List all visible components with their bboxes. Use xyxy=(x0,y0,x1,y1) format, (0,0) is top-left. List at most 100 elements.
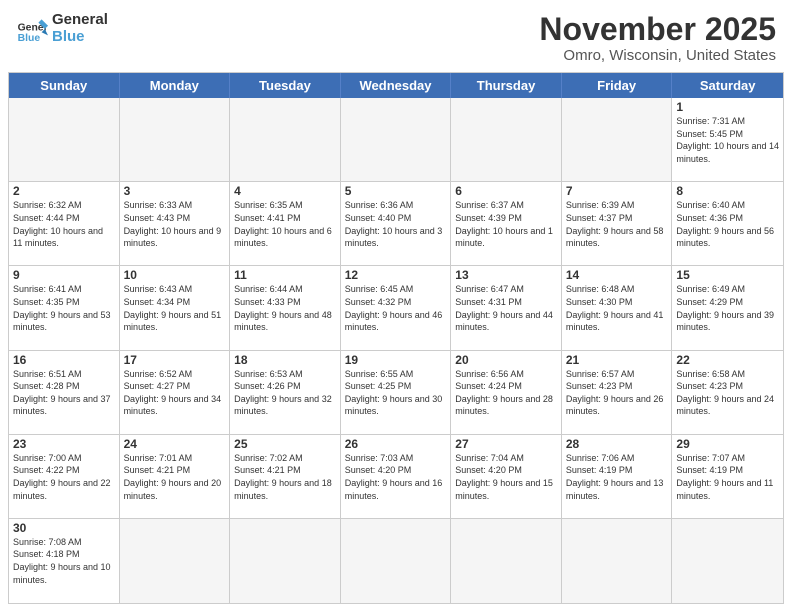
day-header-tuesday: Tuesday xyxy=(230,73,341,98)
cell-day-number: 8 xyxy=(676,184,779,198)
calendar-grid: 1Sunrise: 7:31 AM Sunset: 5:45 PM Daylig… xyxy=(9,98,783,603)
cell-sun-info: Sunrise: 7:06 AM Sunset: 4:19 PM Dayligh… xyxy=(566,452,668,502)
cell-day-number: 25 xyxy=(234,437,336,451)
day-headers: SundayMondayTuesdayWednesdayThursdayFrid… xyxy=(9,73,783,98)
calendar-cell: 24Sunrise: 7:01 AM Sunset: 4:21 PM Dayli… xyxy=(120,435,231,519)
calendar-cell: 25Sunrise: 7:02 AM Sunset: 4:21 PM Dayli… xyxy=(230,435,341,519)
cell-day-number: 29 xyxy=(676,437,779,451)
calendar-cell: 8Sunrise: 6:40 AM Sunset: 4:36 PM Daylig… xyxy=(672,182,783,266)
calendar-cell: 6Sunrise: 6:37 AM Sunset: 4:39 PM Daylig… xyxy=(451,182,562,266)
cell-day-number: 18 xyxy=(234,353,336,367)
cell-day-number: 27 xyxy=(455,437,557,451)
cell-sun-info: Sunrise: 7:00 AM Sunset: 4:22 PM Dayligh… xyxy=(13,452,115,502)
cell-day-number: 15 xyxy=(676,268,779,282)
cell-day-number: 2 xyxy=(13,184,115,198)
day-header-friday: Friday xyxy=(562,73,673,98)
cell-day-number: 4 xyxy=(234,184,336,198)
calendar-cell: 20Sunrise: 6:56 AM Sunset: 4:24 PM Dayli… xyxy=(451,351,562,435)
header: General Blue General Blue November 2025 … xyxy=(0,0,792,72)
calendar-cell xyxy=(451,519,562,603)
calendar-cell: 9Sunrise: 6:41 AM Sunset: 4:35 PM Daylig… xyxy=(9,266,120,350)
calendar-cell xyxy=(562,519,673,603)
calendar-cell: 5Sunrise: 6:36 AM Sunset: 4:40 PM Daylig… xyxy=(341,182,452,266)
cell-day-number: 16 xyxy=(13,353,115,367)
calendar-cell xyxy=(120,98,231,182)
cell-day-number: 9 xyxy=(13,268,115,282)
cell-sun-info: Sunrise: 6:43 AM Sunset: 4:34 PM Dayligh… xyxy=(124,283,226,333)
cell-sun-info: Sunrise: 6:45 AM Sunset: 4:32 PM Dayligh… xyxy=(345,283,447,333)
calendar-cell: 27Sunrise: 7:04 AM Sunset: 4:20 PM Dayli… xyxy=(451,435,562,519)
cell-day-number: 1 xyxy=(676,100,779,114)
cell-sun-info: Sunrise: 7:08 AM Sunset: 4:18 PM Dayligh… xyxy=(13,536,115,586)
cell-day-number: 26 xyxy=(345,437,447,451)
cell-day-number: 30 xyxy=(13,521,115,535)
cell-sun-info: Sunrise: 6:44 AM Sunset: 4:33 PM Dayligh… xyxy=(234,283,336,333)
calendar-cell: 22Sunrise: 6:58 AM Sunset: 4:23 PM Dayli… xyxy=(672,351,783,435)
calendar-cell: 2Sunrise: 6:32 AM Sunset: 4:44 PM Daylig… xyxy=(9,182,120,266)
day-header-saturday: Saturday xyxy=(672,73,783,98)
location: Omro, Wisconsin, United States xyxy=(539,47,776,64)
cell-sun-info: Sunrise: 6:37 AM Sunset: 4:39 PM Dayligh… xyxy=(455,199,557,249)
calendar-cell: 16Sunrise: 6:51 AM Sunset: 4:28 PM Dayli… xyxy=(9,351,120,435)
month-title: November 2025 xyxy=(539,12,776,47)
cell-sun-info: Sunrise: 6:39 AM Sunset: 4:37 PM Dayligh… xyxy=(566,199,668,249)
cell-sun-info: Sunrise: 7:31 AM Sunset: 5:45 PM Dayligh… xyxy=(676,115,779,165)
day-header-sunday: Sunday xyxy=(9,73,120,98)
calendar-cell xyxy=(120,519,231,603)
calendar-cell: 4Sunrise: 6:35 AM Sunset: 4:41 PM Daylig… xyxy=(230,182,341,266)
cell-day-number: 17 xyxy=(124,353,226,367)
cell-sun-info: Sunrise: 6:53 AM Sunset: 4:26 PM Dayligh… xyxy=(234,368,336,418)
logo: General Blue General Blue xyxy=(16,12,108,45)
cell-day-number: 14 xyxy=(566,268,668,282)
cell-sun-info: Sunrise: 6:33 AM Sunset: 4:43 PM Dayligh… xyxy=(124,199,226,249)
svg-text:Blue: Blue xyxy=(18,33,41,44)
cell-sun-info: Sunrise: 6:52 AM Sunset: 4:27 PM Dayligh… xyxy=(124,368,226,418)
cell-day-number: 21 xyxy=(566,353,668,367)
calendar-cell xyxy=(672,519,783,603)
calendar-cell xyxy=(341,519,452,603)
cell-sun-info: Sunrise: 7:07 AM Sunset: 4:19 PM Dayligh… xyxy=(676,452,779,502)
cell-day-number: 5 xyxy=(345,184,447,198)
cell-sun-info: Sunrise: 6:58 AM Sunset: 4:23 PM Dayligh… xyxy=(676,368,779,418)
day-header-thursday: Thursday xyxy=(451,73,562,98)
cell-sun-info: Sunrise: 7:04 AM Sunset: 4:20 PM Dayligh… xyxy=(455,452,557,502)
calendar-cell: 21Sunrise: 6:57 AM Sunset: 4:23 PM Dayli… xyxy=(562,351,673,435)
calendar-cell: 13Sunrise: 6:47 AM Sunset: 4:31 PM Dayli… xyxy=(451,266,562,350)
cell-day-number: 7 xyxy=(566,184,668,198)
calendar-cell xyxy=(9,98,120,182)
logo-blue-text: Blue xyxy=(52,29,108,46)
calendar-cell: 18Sunrise: 6:53 AM Sunset: 4:26 PM Dayli… xyxy=(230,351,341,435)
day-header-wednesday: Wednesday xyxy=(341,73,452,98)
cell-day-number: 6 xyxy=(455,184,557,198)
calendar-cell: 12Sunrise: 6:45 AM Sunset: 4:32 PM Dayli… xyxy=(341,266,452,350)
cell-sun-info: Sunrise: 6:41 AM Sunset: 4:35 PM Dayligh… xyxy=(13,283,115,333)
calendar-cell xyxy=(562,98,673,182)
calendar-cell: 30Sunrise: 7:08 AM Sunset: 4:18 PM Dayli… xyxy=(9,519,120,603)
cell-day-number: 22 xyxy=(676,353,779,367)
cell-day-number: 24 xyxy=(124,437,226,451)
calendar-cell: 29Sunrise: 7:07 AM Sunset: 4:19 PM Dayli… xyxy=(672,435,783,519)
calendar-cell: 1Sunrise: 7:31 AM Sunset: 5:45 PM Daylig… xyxy=(672,98,783,182)
logo-general-text: General xyxy=(52,12,108,29)
title-section: November 2025 Omro, Wisconsin, United St… xyxy=(539,12,776,64)
cell-sun-info: Sunrise: 6:48 AM Sunset: 4:30 PM Dayligh… xyxy=(566,283,668,333)
cell-sun-info: Sunrise: 6:56 AM Sunset: 4:24 PM Dayligh… xyxy=(455,368,557,418)
cell-sun-info: Sunrise: 7:02 AM Sunset: 4:21 PM Dayligh… xyxy=(234,452,336,502)
cell-sun-info: Sunrise: 7:03 AM Sunset: 4:20 PM Dayligh… xyxy=(345,452,447,502)
cell-sun-info: Sunrise: 6:51 AM Sunset: 4:28 PM Dayligh… xyxy=(13,368,115,418)
cell-sun-info: Sunrise: 6:49 AM Sunset: 4:29 PM Dayligh… xyxy=(676,283,779,333)
calendar-cell: 26Sunrise: 7:03 AM Sunset: 4:20 PM Dayli… xyxy=(341,435,452,519)
cell-sun-info: Sunrise: 6:40 AM Sunset: 4:36 PM Dayligh… xyxy=(676,199,779,249)
calendar-cell: 3Sunrise: 6:33 AM Sunset: 4:43 PM Daylig… xyxy=(120,182,231,266)
calendar-cell: 28Sunrise: 7:06 AM Sunset: 4:19 PM Dayli… xyxy=(562,435,673,519)
calendar-cell: 14Sunrise: 6:48 AM Sunset: 4:30 PM Dayli… xyxy=(562,266,673,350)
cell-day-number: 23 xyxy=(13,437,115,451)
logo-icon: General Blue xyxy=(16,13,48,45)
calendar-cell: 15Sunrise: 6:49 AM Sunset: 4:29 PM Dayli… xyxy=(672,266,783,350)
cell-day-number: 12 xyxy=(345,268,447,282)
calendar-cell xyxy=(451,98,562,182)
cell-day-number: 28 xyxy=(566,437,668,451)
cell-sun-info: Sunrise: 6:57 AM Sunset: 4:23 PM Dayligh… xyxy=(566,368,668,418)
cell-sun-info: Sunrise: 6:32 AM Sunset: 4:44 PM Dayligh… xyxy=(13,199,115,249)
cell-sun-info: Sunrise: 7:01 AM Sunset: 4:21 PM Dayligh… xyxy=(124,452,226,502)
